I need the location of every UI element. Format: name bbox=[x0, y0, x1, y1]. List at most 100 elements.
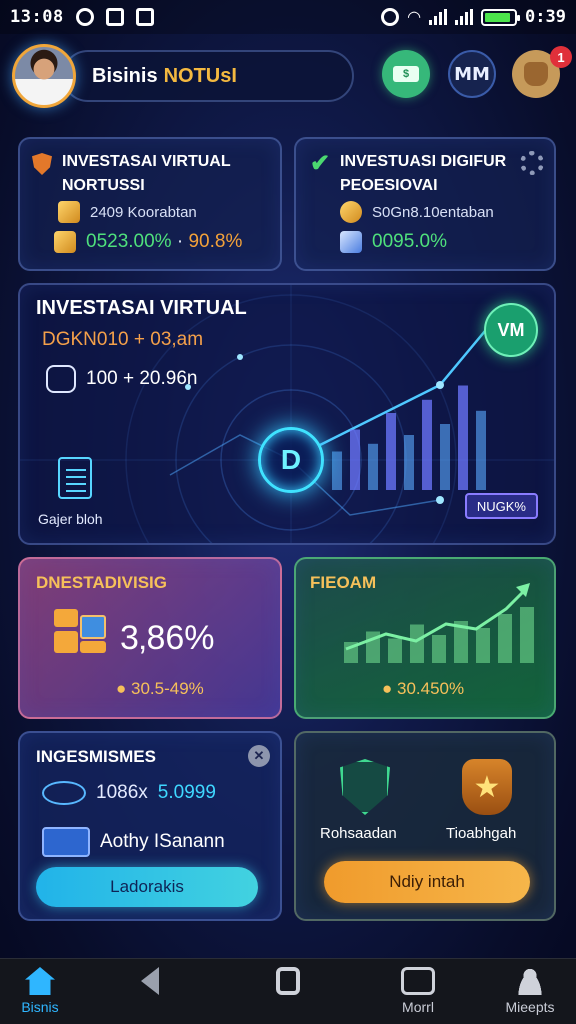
link-icon bbox=[42, 781, 86, 805]
money-icon: $ bbox=[393, 66, 419, 82]
hero-bar bbox=[350, 429, 360, 490]
hero-investment-card[interactable]: INVESTASAI VIRTUAL DGKN010 + 03,am 100 +… bbox=[18, 283, 556, 545]
home-square-icon bbox=[276, 967, 300, 995]
summary-value-b: 5.0999 bbox=[157, 782, 216, 803]
card-row: 2409 Koorabtan bbox=[58, 201, 197, 223]
hero-bar bbox=[332, 451, 342, 490]
card-title: INVESTASAI VIRTUAL bbox=[62, 153, 231, 170]
summary-row-1: 1086x 5.0999 bbox=[42, 781, 216, 805]
summary-value-a: 1086x bbox=[96, 782, 148, 803]
back-icon bbox=[141, 967, 159, 995]
investment-card-digital[interactable]: ✔ INVESTUASI DIGIFUR PEOESIOVAI S0Gn8.10… bbox=[294, 137, 556, 271]
wallet-button[interactable]: $ bbox=[382, 50, 430, 98]
summary-row-2: Aothy ISanann bbox=[42, 827, 225, 857]
check-icon: ✔ bbox=[310, 150, 331, 177]
stat-value: 3‚86% bbox=[120, 619, 215, 657]
box-icon bbox=[54, 231, 76, 253]
investment-card-virtual[interactable]: INVESTASAI VIRTUAL NORTUSSI 2409 Koorabt… bbox=[18, 137, 282, 271]
nav-label-home: Bisnis bbox=[21, 999, 59, 1015]
stat-subvalue: ● 30.450% bbox=[382, 679, 464, 699]
security-label: Rohsaadan bbox=[320, 825, 397, 842]
growth-bar bbox=[520, 607, 534, 663]
vm-badge[interactable]: VM bbox=[484, 303, 538, 357]
profile-name: Bisinis bbox=[92, 64, 158, 87]
card-title: INGESMISMES bbox=[36, 747, 156, 766]
bottom-nav: Bisnis Morrl Mieepts bbox=[0, 958, 576, 1024]
nav-item-profile[interactable]: Mieepts bbox=[480, 967, 576, 1015]
card-row-values: 0095.0% bbox=[340, 231, 447, 253]
notification-badge: 1 bbox=[550, 46, 572, 68]
growth-bar bbox=[432, 635, 446, 663]
stat-subvalue-text: 30.5-49% bbox=[131, 679, 204, 698]
secondary-action-button[interactable]: Ndiy intah bbox=[324, 861, 530, 903]
hero-bar bbox=[458, 385, 468, 490]
nav-item-back[interactable] bbox=[100, 967, 200, 999]
hero-title: INVESTASAI VIRTUAL bbox=[36, 297, 247, 319]
home-icon bbox=[25, 967, 55, 995]
hero-bar bbox=[476, 410, 486, 490]
card-row-text: 2409 Koorabtan bbox=[90, 203, 197, 221]
signal-icon-2 bbox=[455, 9, 474, 25]
card-title: DNESTADIVISIG bbox=[36, 573, 167, 592]
clipboard-icon[interactable] bbox=[58, 457, 92, 499]
growth-bar bbox=[410, 624, 424, 663]
value-separator: · bbox=[171, 231, 189, 252]
stat-card-green[interactable]: FIEOAM ● 30.450% bbox=[294, 557, 556, 719]
growth-bar bbox=[498, 614, 512, 663]
wifi-icon: ◠ bbox=[407, 9, 422, 26]
core-logo-icon[interactable]: D bbox=[258, 427, 324, 493]
growth-bar bbox=[476, 628, 490, 663]
id-card-icon bbox=[42, 827, 90, 857]
close-icon[interactable]: ✕ bbox=[248, 745, 270, 767]
battery-icon bbox=[481, 8, 521, 26]
inbox-icon bbox=[401, 967, 435, 995]
book-icon bbox=[340, 231, 362, 253]
value-green: 0523.00% bbox=[86, 231, 172, 252]
nav-item-home[interactable]: Bisnis bbox=[0, 967, 90, 1015]
summary-card-blue[interactable]: INGESMISMES ✕ 1086x 5.0999 Aothy ISanann… bbox=[18, 731, 282, 921]
app-notification-icon bbox=[105, 8, 124, 26]
hero-bar bbox=[404, 435, 414, 490]
mm-label: MM bbox=[454, 63, 490, 85]
security-shield-icon[interactable] bbox=[340, 759, 390, 815]
document-icon bbox=[46, 365, 76, 393]
app-header: Bisinis NOTUsI $ MM 1 bbox=[12, 44, 572, 110]
shield-icon bbox=[32, 153, 52, 175]
gold-cube-icon bbox=[58, 201, 80, 223]
hero-row-1: DGKN010 + 03,am bbox=[42, 329, 204, 350]
person-icon bbox=[515, 967, 545, 995]
notification-dot-icon bbox=[75, 8, 94, 26]
coin-bag-icon: ● bbox=[116, 679, 127, 698]
nav-item-home-button[interactable] bbox=[238, 967, 338, 999]
stat-card-purple[interactable]: DNESTADIVISIG 3‚86% ● 30.5-49% bbox=[18, 557, 282, 719]
alarm-icon bbox=[381, 8, 400, 26]
hero-bar bbox=[368, 443, 378, 490]
card-subtitle: PEOESIOVAI bbox=[340, 177, 438, 194]
card-row-text: S0Gn8.10entaban bbox=[372, 203, 494, 221]
star-badge-icon[interactable]: ★ bbox=[462, 759, 512, 815]
mm-button[interactable]: MM bbox=[448, 50, 496, 98]
profile-name-pill[interactable]: Bisinis NOTUsI bbox=[62, 50, 354, 102]
growth-bar bbox=[388, 638, 402, 663]
growth-bar-series bbox=[344, 607, 534, 663]
coin-icon: ● bbox=[382, 679, 393, 698]
percent-tag[interactable]: NUGK% bbox=[464, 493, 538, 519]
gear-icon[interactable] bbox=[520, 151, 544, 175]
app-notification-icon-2 bbox=[135, 8, 154, 26]
badge-label: Tioabhgah bbox=[446, 825, 517, 842]
nav-item-morrl[interactable]: Morrl bbox=[368, 967, 468, 1015]
coin-icon bbox=[340, 201, 362, 223]
status-time: 13:08 bbox=[10, 7, 64, 27]
hero-bar bbox=[386, 413, 396, 490]
avatar[interactable] bbox=[12, 44, 76, 108]
stat-subvalue-text: 30.450% bbox=[397, 679, 465, 698]
primary-action-button[interactable]: Ladorakis bbox=[36, 867, 258, 907]
hero-row-2-text: 100 + 20.96n bbox=[86, 368, 198, 389]
card-row: S0Gn8.10entaban bbox=[340, 201, 494, 223]
card-title: INVESTUASI DIGIFUR bbox=[340, 153, 507, 170]
card-row-values: 0523.00% · 90.8% bbox=[54, 231, 242, 253]
signal-icon bbox=[429, 9, 448, 25]
rewards-card[interactable]: ★ Rohsaadan Tioabhgah Ndiy intah bbox=[294, 731, 556, 921]
stat-subvalue: ● 30.5-49% bbox=[116, 679, 204, 699]
profile-name-accent: NOTUsI bbox=[163, 64, 237, 87]
